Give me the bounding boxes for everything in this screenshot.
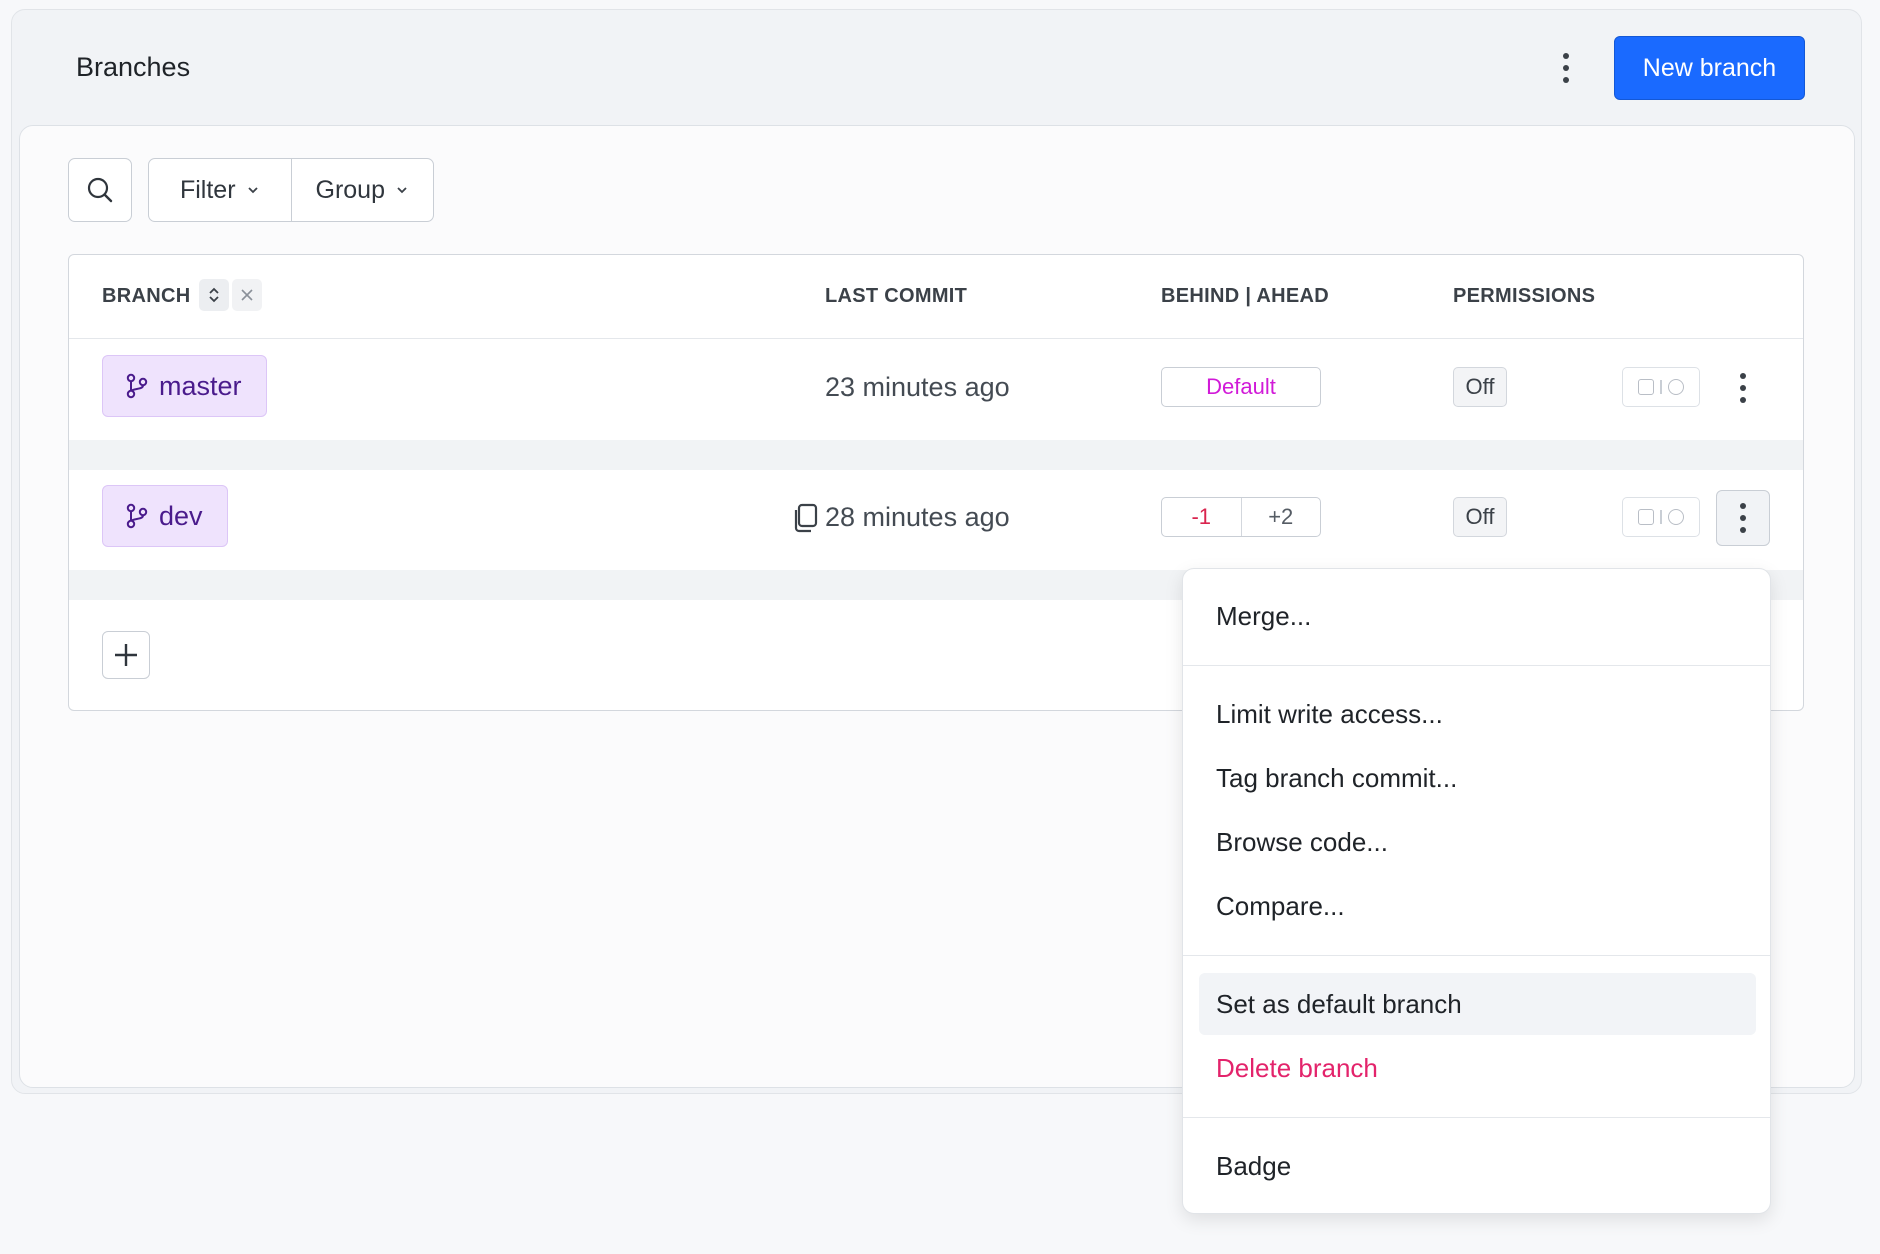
menu-separator — [1183, 955, 1770, 956]
row-divider — [69, 440, 1803, 470]
filter-dropdown[interactable]: Filter — [149, 159, 291, 221]
close-icon — [241, 289, 253, 301]
more-vertical-icon — [1563, 53, 1569, 59]
branch-chip-master[interactable]: master — [102, 355, 267, 417]
last-commit-time: 23 minutes ago — [825, 372, 1010, 402]
menu-item-badge[interactable]: Badge — [1199, 1135, 1756, 1197]
branch-context-menu: Merge... Limit write access... Tag branc… — [1182, 568, 1771, 1214]
chevron-down-icon — [247, 187, 258, 194]
row-more-button[interactable] — [1716, 360, 1770, 416]
more-dot — [1740, 515, 1746, 521]
last-commit-time: 28 minutes ago — [825, 502, 1010, 532]
filter-label: Filter — [179, 175, 236, 204]
table-row: master 23 minutes ago Default Off — [69, 340, 1803, 440]
menu-item-compare[interactable]: Compare... — [1199, 875, 1756, 937]
more-dot — [1563, 77, 1569, 83]
new-branch-button[interactable]: New branch — [1614, 36, 1805, 100]
menu-item-tag-branch-commit[interactable]: Tag branch commit... — [1199, 747, 1756, 809]
permissions-badge: Off — [1453, 367, 1507, 407]
filter-group: Filter Group — [148, 158, 434, 222]
menu-item-merge[interactable]: Merge... — [1199, 585, 1756, 647]
chevron-down-icon — [397, 187, 407, 194]
menu-item-browse-code[interactable]: Browse code... — [1199, 811, 1756, 873]
behind-ahead-badge: -1 +2 — [1161, 497, 1321, 537]
table-row: dev 28 minutes ago -1 +2 Off — [69, 470, 1803, 570]
plus-icon — [115, 644, 137, 666]
menu-separator — [1183, 665, 1770, 666]
search-icon — [87, 177, 113, 203]
default-badge: Default — [1161, 367, 1321, 407]
circle-icon — [1667, 379, 1684, 395]
more-vertical-icon — [1740, 503, 1746, 509]
more-dot — [1740, 385, 1746, 391]
menu-item-set-default-branch[interactable]: Set as default branch — [1199, 973, 1756, 1035]
permissions-badge: Off — [1453, 497, 1507, 537]
branch-name: master — [159, 370, 242, 401]
more-dot — [1563, 65, 1569, 71]
branch-icon — [126, 373, 148, 399]
add-branch-button[interactable] — [102, 631, 150, 679]
branch-icon — [126, 503, 148, 529]
protection-toggle[interactable] — [1622, 367, 1700, 407]
divider — [1660, 380, 1662, 394]
header-more-button[interactable] — [1548, 48, 1584, 88]
column-permissions: PERMISSIONS — [1453, 285, 1596, 307]
more-dot — [1740, 397, 1746, 403]
sort-icon — [209, 287, 219, 303]
table-header: BRANCH LAST COMMIT BEHIND | AHEAD PERMIS… — [69, 255, 1803, 339]
column-behind-ahead: BEHIND | AHEAD — [1161, 285, 1329, 307]
column-branch: BRANCH — [102, 285, 191, 307]
page-title: Branches — [76, 52, 191, 82]
menu-item-delete-branch[interactable]: Delete branch — [1199, 1037, 1756, 1099]
branch-name: dev — [159, 500, 203, 531]
more-dot — [1740, 527, 1746, 533]
search-button[interactable] — [68, 158, 132, 222]
group-label: Group — [315, 175, 385, 204]
circle-icon — [1667, 509, 1684, 525]
square-icon — [1638, 379, 1655, 395]
branch-chip-dev[interactable]: dev — [102, 485, 228, 547]
column-last-commit: LAST COMMIT — [825, 285, 968, 307]
square-icon — [1638, 509, 1655, 525]
menu-separator — [1183, 1117, 1770, 1118]
sort-button[interactable] — [199, 279, 229, 311]
copy-icon[interactable] — [789, 501, 823, 535]
protection-toggle[interactable] — [1622, 497, 1700, 537]
more-vertical-icon — [1740, 373, 1746, 379]
behind-count: -1 — [1191, 504, 1212, 529]
divider — [1660, 510, 1662, 524]
clear-sort-button[interactable] — [232, 279, 262, 311]
group-dropdown[interactable]: Group — [290, 159, 434, 221]
row-more-button[interactable] — [1716, 490, 1770, 546]
ahead-count: +2 — [1240, 498, 1321, 536]
menu-item-limit-write-access[interactable]: Limit write access... — [1199, 683, 1756, 745]
